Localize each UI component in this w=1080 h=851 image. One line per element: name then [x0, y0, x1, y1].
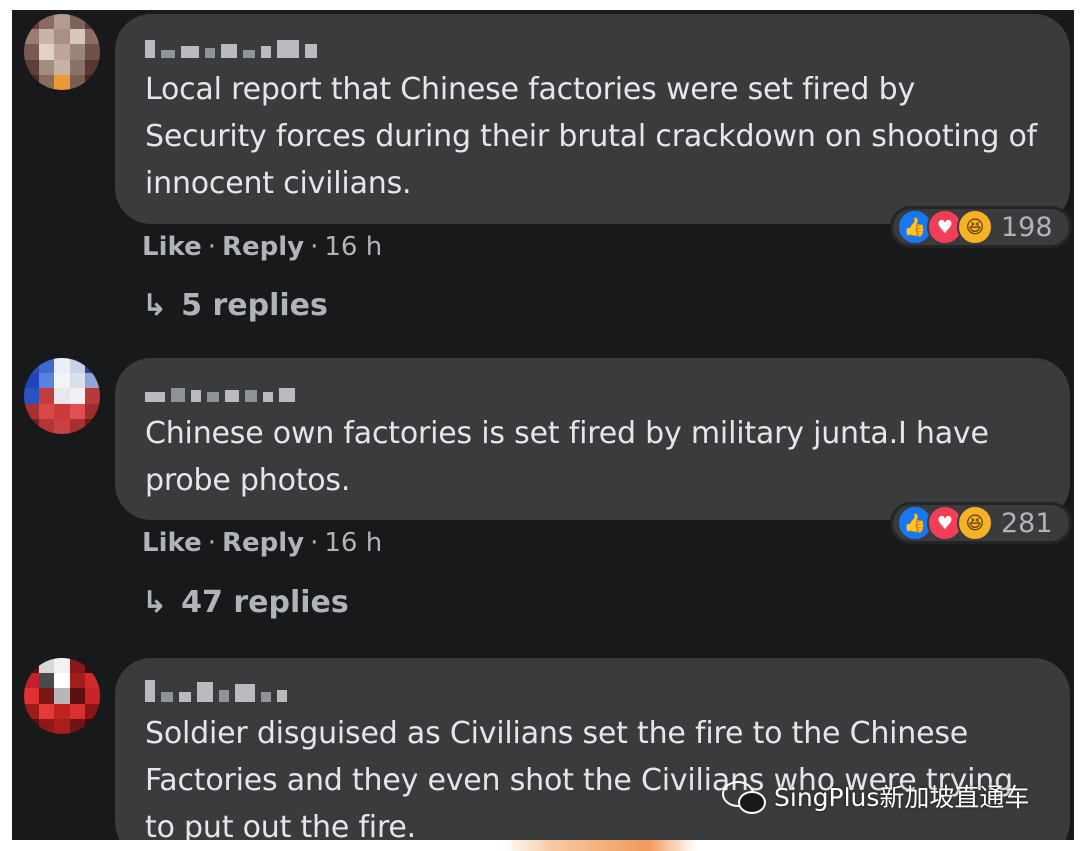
- bottom-edge-strip: [120, 840, 1080, 851]
- comment-text: Chinese own factories is set fired by mi…: [145, 416, 989, 498]
- author-name-redacted[interactable]: [145, 378, 1040, 402]
- avatar[interactable]: [24, 658, 100, 734]
- reply-link[interactable]: Reply: [222, 528, 304, 558]
- haha-icon: 😆: [957, 209, 993, 245]
- wechat-icon: [722, 779, 766, 814]
- author-name-redacted[interactable]: [145, 34, 1040, 58]
- timestamp[interactable]: 16 h: [324, 528, 382, 558]
- reply-arrow-icon: ↳: [142, 585, 168, 620]
- avatar[interactable]: [24, 14, 100, 90]
- watermark: SingPlus新加坡直通车: [722, 778, 1029, 814]
- comment-bubble: Local report that Chinese factories were…: [115, 14, 1070, 224]
- view-replies-button[interactable]: ↳ 47 replies: [142, 585, 349, 620]
- view-replies-button[interactable]: ↳ 5 replies: [142, 288, 328, 323]
- reaction-summary[interactable]: 👍 ♥ 😆 281: [890, 502, 1072, 544]
- comments-panel: Local report that Chinese factories were…: [12, 10, 1074, 840]
- separator-dot: ·: [207, 528, 216, 558]
- reaction-count: 281: [1001, 507, 1053, 539]
- reaction-summary[interactable]: 👍 ♥ 😆 198: [890, 206, 1072, 248]
- reply-arrow-icon: ↳: [142, 288, 168, 323]
- replies-label: 5 replies: [181, 288, 328, 323]
- separator-dot: ·: [310, 232, 319, 262]
- comment-text: Soldier disguised as Civilians set the f…: [145, 716, 1013, 840]
- separator-dot: ·: [207, 232, 216, 262]
- author-name-redacted[interactable]: [145, 678, 1040, 702]
- watermark-text: SingPlus新加坡直通车: [774, 783, 1030, 812]
- comment-actions: Like · Reply · 16 h: [142, 528, 382, 558]
- avatar[interactable]: [24, 358, 100, 434]
- separator-dot: ·: [310, 528, 319, 558]
- comment-text: Local report that Chinese factories were…: [145, 72, 1038, 201]
- comment-bubble: Chinese own factories is set fired by mi…: [115, 358, 1070, 520]
- comment-actions: Like · Reply · 16 h: [142, 232, 382, 262]
- haha-icon: 😆: [957, 505, 993, 541]
- timestamp[interactable]: 16 h: [324, 232, 382, 262]
- like-link[interactable]: Like: [142, 232, 202, 262]
- reply-link[interactable]: Reply: [222, 232, 304, 262]
- replies-label: 47 replies: [181, 585, 349, 620]
- reaction-count: 198: [1001, 211, 1053, 243]
- like-link[interactable]: Like: [142, 528, 202, 558]
